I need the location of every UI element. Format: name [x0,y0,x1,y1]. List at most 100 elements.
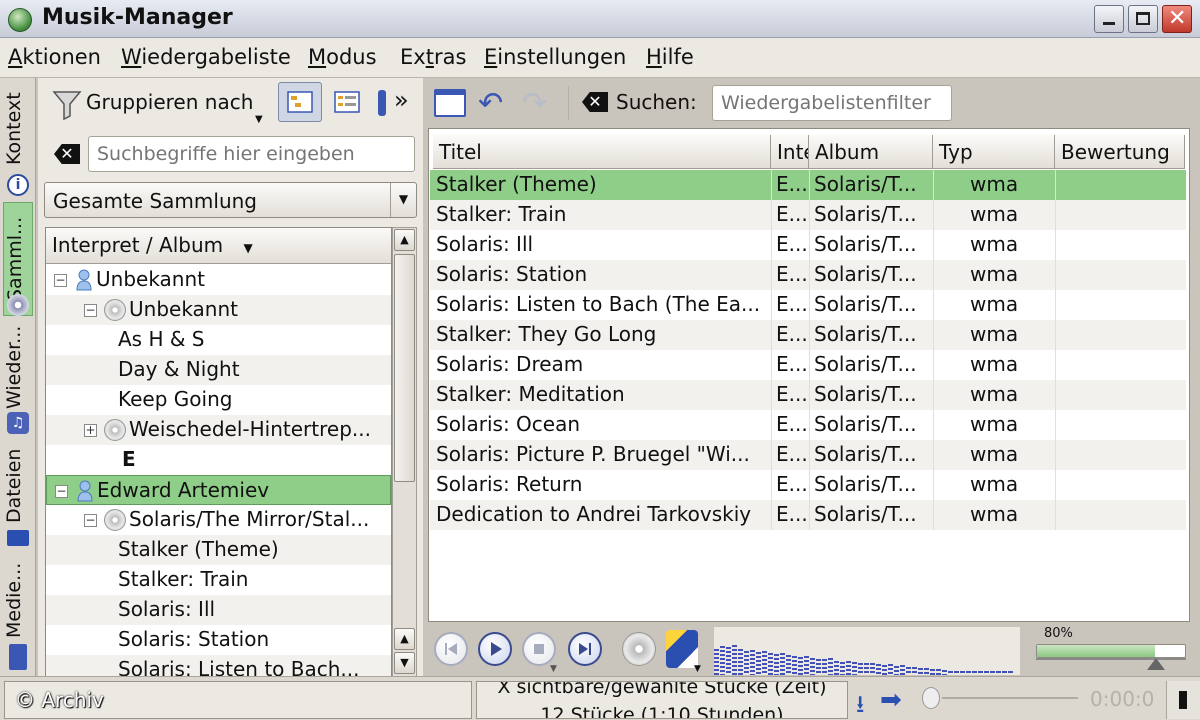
column-header-bewertung[interactable]: Bewertung [1055,135,1185,169]
menu-wiedergabeliste[interactable]: Wiedergabeliste [121,45,291,69]
redo-icon[interactable]: ↷ [522,86,547,121]
scroll-up-icon[interactable]: ▲ [394,229,415,251]
table-row[interactable]: Solaris: Station E... Solaris/T... wma [430,260,1186,290]
column-separator [771,410,772,440]
column-header-album[interactable]: Album [809,135,933,169]
column-separator [933,410,934,440]
equalizer-icon[interactable] [666,630,698,668]
play-button[interactable] [478,632,512,666]
analyzer-bar [738,649,743,675]
table-row[interactable]: Solaris: Ocean E... Solaris/T... wma [430,410,1186,440]
status-end-button[interactable] [1166,681,1200,719]
title-bar[interactable]: Musik-Manager ✕ [0,0,1200,38]
queue-down-icon[interactable]: ⭳ [856,687,864,720]
tree-view-button[interactable] [278,82,322,122]
collapse-icon[interactable]: − [54,274,67,287]
tab-kontext[interactable]: Kontext [3,84,33,174]
window-icon[interactable] [434,89,466,117]
group-dropdown-arrow-icon[interactable]: ▼ [255,114,263,125]
analyzer-bar [966,671,971,675]
column-header-typ[interactable]: Typ [933,135,1055,169]
previous-button[interactable] [434,632,468,666]
table-row[interactable]: Dedication to Andrei Tarkovskiy E... Solar… [430,500,1186,530]
menu-einstellungen[interactable]: Einstellungen [484,45,626,69]
scroll-down-icon[interactable]: ▼ [394,652,415,674]
tree-item[interactable]: Solaris: Station [46,625,391,655]
collection-search-input[interactable] [88,136,415,172]
tree-scrollbar[interactable]: ▲ ▲ ▼ [392,227,417,677]
collection-scope-select[interactable]: Gesamte Sammlung ▼ [44,182,417,218]
maximize-button[interactable] [1128,5,1158,33]
tab-medien[interactable]: Medie... [3,554,33,646]
menu-hilfe[interactable]: Hilfe [646,45,694,69]
volume-track[interactable] [1036,644,1186,658]
tree-item[interactable]: − Unbekannt [46,295,391,325]
menu-extras[interactable]: Extras [400,45,466,69]
minimize-button[interactable] [1094,5,1124,33]
table-row[interactable]: Solaris: Picture P. Bruegel "Wi... E... So… [430,440,1186,470]
funnel-icon[interactable] [52,88,82,122]
tree-item[interactable]: Keep Going [46,385,391,415]
column-separator [933,380,934,410]
tree-item[interactable]: − Edward Artemiev [46,475,391,505]
tree-item[interactable]: Stalker (Theme) [46,535,391,565]
equalizer-menu-arrow-icon[interactable]: ▼ [694,664,701,674]
scroll-up-small-icon[interactable]: ▲ [394,628,415,650]
playlist-table[interactable]: Titel Inte Album Typ Bewertung Stalker (… [428,128,1190,622]
tree-item[interactable]: − Unbekannt [46,265,391,295]
collapse-icon[interactable]: − [84,514,97,527]
info-toggle-icon[interactable] [378,90,386,116]
analyzer-bar [978,671,983,675]
undo-icon[interactable]: ↶ [478,86,503,121]
table-row[interactable]: Solaris: Listen to Bach (The Ea... E... So… [430,290,1186,320]
cd-icon[interactable] [622,632,656,666]
menu-modus[interactable]: Modus [308,45,377,69]
table-row[interactable]: Solaris: Dream E... Solaris/T... wma [430,350,1186,380]
queue-forward-icon[interactable]: ➡ [880,685,902,715]
table-row[interactable]: Stalker: Meditation E... Solaris/T... wma [430,380,1186,410]
toolbar-overflow-button[interactable]: » [394,86,409,114]
volume-thumb[interactable] [1147,658,1165,670]
tab-dateien[interactable]: Dateien [3,440,33,532]
next-button[interactable] [568,632,602,666]
column-header-interpret[interactable]: Inte [771,135,809,169]
column-header-titel[interactable]: Titel [433,135,771,169]
tree-item[interactable]: + Weischedel-Hintertrep... [46,415,391,445]
tree-item[interactable]: Solaris: Listen to Bach... [46,655,391,676]
tree-item[interactable]: As H & S [46,325,391,355]
group-by-label[interactable]: Gruppieren nach [86,90,253,114]
table-cell-type: wma [970,502,1019,526]
tree-item[interactable]: E [46,445,391,475]
table-row[interactable]: Stalker (Theme) E... Solaris/T... wma [430,170,1186,200]
tree-item[interactable]: − Solaris/The Mirror/Stal... [46,505,391,535]
table-row[interactable]: Solaris: Return E... Solaris/T... wma [430,470,1186,500]
table-cell-type: wma [970,172,1019,196]
flat-view-button[interactable] [325,82,369,122]
seek-thumb[interactable] [922,687,940,709]
table-cell-artist: E... [776,262,808,286]
elapsed-time: 0:00:0 [1090,687,1155,711]
stop-menu-arrow-icon[interactable]: ▼ [550,664,557,674]
table-row[interactable]: Stalker: Train E... Solaris/T... wma [430,200,1186,230]
tree-item[interactable]: Stalker: Train [46,565,391,595]
collapse-icon[interactable]: − [84,304,97,317]
table-row[interactable]: Solaris: Ill E... Solaris/T... wma [430,230,1186,260]
clear-filter-icon[interactable]: ✕ [582,92,608,112]
scroll-thumb[interactable] [394,254,415,482]
table-row[interactable]: Stalker: They Go Long E... Solaris/T... wma [430,320,1186,350]
column-separator [1055,170,1056,200]
expand-icon[interactable]: + [84,424,97,437]
tree-item[interactable]: Day & Night [46,355,391,385]
media-device-icon [9,644,27,670]
seek-slider[interactable] [922,685,1082,713]
tree-column-header[interactable]: Interpret / Album ▼ [46,228,391,264]
close-button[interactable]: ✕ [1162,5,1192,33]
tab-wiedergabeliste[interactable]: Wieder... [3,322,33,412]
collapse-icon[interactable]: − [55,485,68,498]
stop-button[interactable] [522,632,556,666]
collection-tree[interactable]: Interpret / Album ▼ − Unbekannt − Unbekannt… [45,227,392,677]
playlist-filter-input[interactable] [712,85,952,121]
volume-control[interactable]: 80% [1026,626,1190,676]
tree-item[interactable]: Solaris: Ill [46,595,391,625]
menu-aktionen[interactable]: Aktionen [8,45,101,69]
